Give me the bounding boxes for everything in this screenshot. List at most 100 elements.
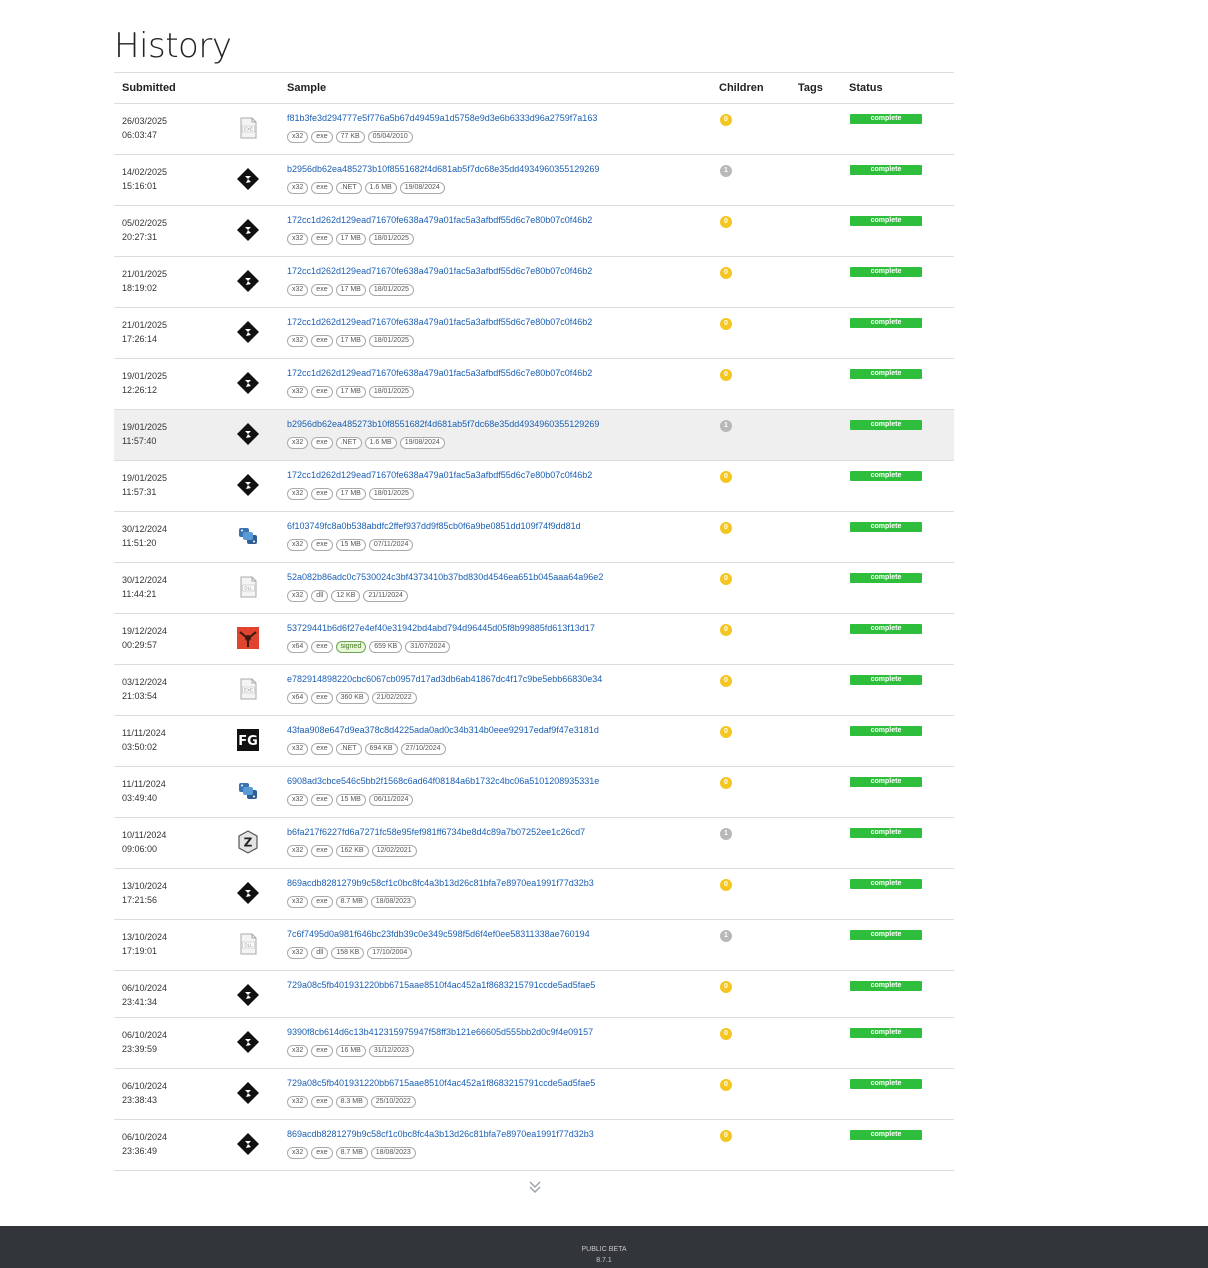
sample-hash-link[interactable]: 7c6f7495d0a981f646bc23fdb39c0e349c598f5d… (287, 929, 590, 939)
sample-tag: 18/01/2025 (368, 233, 414, 245)
sample-hash-link[interactable]: b2956db62ea485273b10f8551682f4d681ab5f7d… (287, 419, 599, 429)
header-tags[interactable]: Tags (798, 82, 823, 94)
sample-tags: x32 exe 15 MB 07/11/2024 (287, 539, 416, 553)
table-row[interactable]: 13/10/2024 17:19:01 DLL 7c6f7495d0a981f646b… (114, 920, 954, 971)
table-row[interactable]: 19/01/2025 11:57:31 172cc1d262d129ead71670… (114, 461, 954, 512)
sample-tags: x32 exe 17 MB 18/01/2025 (287, 233, 417, 247)
header-status[interactable]: Status (849, 82, 883, 94)
sample-hash-link[interactable]: 6f103749fc8a0b538abdfc2ffef937dd9f85cb0f… (287, 521, 581, 531)
double-chevron-down-icon[interactable] (528, 1180, 542, 1194)
sample-hash-link[interactable]: b6fa217f6227fd6a7271fc58e95fef981ff6734b… (287, 827, 585, 837)
children-count-badge[interactable]: 0 (720, 573, 732, 585)
table-row[interactable]: 06/10/2024 23:36:49 869acdb8281279b9c58cf1… (114, 1120, 954, 1171)
children-count-badge[interactable]: 0 (720, 624, 732, 636)
children-count-badge[interactable]: 1 (720, 165, 732, 177)
table-row[interactable]: 21/01/2025 17:26:14 172cc1d262d129ead71670… (114, 308, 954, 359)
table-row[interactable]: 30/12/2024 11:44:21 DLL 52a082b86adc0c75300… (114, 563, 954, 614)
children-count-badge[interactable]: 0 (720, 471, 732, 483)
table-row[interactable]: 03/12/2024 21:03:54 EXE e782914898220cbc606… (114, 665, 954, 716)
children-count-badge[interactable]: 0 (720, 1079, 732, 1091)
table-row[interactable]: 30/12/2024 11:51:20 6f103749fc8a0b538abdfc… (114, 512, 954, 563)
table-row[interactable]: 14/02/2025 15:16:01 b2956db62ea485273b10f8… (114, 155, 954, 206)
sample-hash-link[interactable]: 172cc1d262d129ead71670fe638a479a01fac5a3… (287, 215, 592, 225)
status-badge: complete (850, 981, 922, 991)
sample-tag: exe (311, 1147, 333, 1159)
children-count-badge[interactable]: 0 (720, 1028, 732, 1040)
children-count-badge[interactable]: 0 (720, 777, 732, 789)
sample-hash-link[interactable]: f81b3fe3d294777e5f776a5b67d49459a1d5758e… (287, 113, 597, 123)
submitted-time: 20:27:31 (122, 232, 158, 242)
status-badge: complete (850, 369, 922, 379)
sample-hash-link[interactable]: 869acdb8281279b9c58cf1c0bc8fc4a3b13d26c8… (287, 878, 594, 888)
submitted-datetime: 11/11/2024 03:50:02 (122, 726, 166, 754)
table-row[interactable]: 05/02/2025 20:27:31 172cc1d262d129ead71670… (114, 206, 954, 257)
sample-hash-link[interactable]: 9390f8cb614d6c13b412315975947f58ff3b121e… (287, 1027, 593, 1037)
header-sample[interactable]: Sample (287, 82, 326, 94)
children-count-badge[interactable]: 0 (720, 981, 732, 993)
children-count-badge[interactable]: 0 (720, 114, 732, 126)
sample-hash-link[interactable]: 729a08c5fb401931220bb6715aae8510f4ac452a… (287, 1078, 595, 1088)
children-count-badge[interactable]: 1 (720, 828, 732, 840)
table-row[interactable]: 19/01/2025 12:26:12 172cc1d262d129ead71670… (114, 359, 954, 410)
table-row[interactable]: 06/10/2024 23:41:34 729a08c5fb401931220bb6… (114, 971, 954, 1018)
table-row[interactable]: 11/11/2024 03:50:02 FG 43faa908e647d9ea378c… (114, 716, 954, 767)
children-count-badge[interactable]: 1 (720, 930, 732, 942)
svg-text:Z: Z (244, 836, 253, 850)
submitted-datetime: 19/12/2024 00:29:57 (122, 624, 167, 652)
sample-tag: 15 MB (335, 794, 366, 806)
submitted-time: 11:44:21 (122, 589, 157, 599)
sample-hash-link[interactable]: 172cc1d262d129ead71670fe638a479a01fac5a3… (287, 266, 592, 276)
children-count-badge[interactable]: 1 (720, 420, 732, 432)
children-count-badge[interactable]: 0 (720, 267, 732, 279)
table-row[interactable]: 19/12/2024 00:29:57 53729441b6d6f27e4ef40e… (114, 614, 954, 665)
submitted-time: 23:36:49 (122, 1146, 158, 1156)
sample-tag: x32 (287, 794, 309, 806)
sample-hash-link[interactable]: 172cc1d262d129ead71670fe638a479a01fac5a3… (287, 470, 592, 480)
sample-hash-link[interactable]: 52a082b86adc0c7530024c3bf4373410b37bd830… (287, 572, 603, 582)
sample-hash-link[interactable]: 729a08c5fb401931220bb6715aae8510f4ac452a… (287, 980, 595, 990)
diamond-logo-icon (236, 881, 260, 905)
submitted-date: 14/02/2025 (122, 167, 168, 177)
submitted-datetime: 13/10/2024 17:19:01 (122, 930, 167, 958)
submitted-date: 11/11/2024 (122, 779, 166, 789)
table-row[interactable]: 13/10/2024 17:21:56 869acdb8281279b9c58cf1… (114, 869, 954, 920)
children-count-badge[interactable]: 0 (720, 675, 732, 687)
status-badge: complete (850, 216, 922, 226)
children-count-badge[interactable]: 0 (720, 318, 732, 330)
diamond-logo-icon (236, 1081, 260, 1105)
sample-tags: x32 exe 16 MB 31/12/2023 (287, 1045, 417, 1059)
children-count-badge[interactable]: 0 (720, 1130, 732, 1142)
children-count-badge[interactable]: 0 (720, 879, 732, 891)
z-badge-icon: Z (236, 830, 260, 854)
table-row[interactable]: 19/01/2025 11:57:40 b2956db62ea485273b10f8… (114, 410, 954, 461)
children-count-badge[interactable]: 0 (720, 726, 732, 738)
table-row[interactable]: 26/03/2025 06:03:47 EXE f81b3fe3d294777e5f7… (114, 104, 954, 155)
table-row[interactable]: 11/11/2024 03:49:40 6908ad3cbce546c5bb2f15… (114, 767, 954, 818)
sample-hash-link[interactable]: 53729441b6d6f27e4ef40e31942bd4abd794d964… (287, 623, 595, 633)
children-count-badge[interactable]: 0 (720, 369, 732, 381)
table-row[interactable]: 06/10/2024 23:39:59 9390f8cb614d6c13b41231… (114, 1018, 954, 1069)
sample-hash-link[interactable]: b2956db62ea485273b10f8551682f4d681ab5f7d… (287, 164, 599, 174)
table-row[interactable]: 21/01/2025 18:19:02 172cc1d262d129ead71670… (114, 257, 954, 308)
submitted-time: 23:41:34 (122, 997, 158, 1007)
sample-tag: 17 MB (335, 284, 366, 296)
sample-hash-link[interactable]: 6908ad3cbce546c5bb2f1568c6ad64f08184a6b1… (287, 776, 599, 786)
table-row[interactable]: 10/11/2024 09:06:00 Zb6fa217f6227fd6a7271f… (114, 818, 954, 869)
sample-hash-link[interactable]: 172cc1d262d129ead71670fe638a479a01fac5a3… (287, 368, 592, 378)
submitted-time: 03:50:02 (122, 742, 158, 752)
sample-hash-link[interactable]: 43faa908e647d9ea378c8d4225ada0ad0c34b314… (287, 725, 599, 735)
sample-tag: x32 (287, 1096, 309, 1108)
sample-tag: 12/02/2021 (371, 845, 417, 857)
sample-hash-link[interactable]: 869acdb8281279b9c58cf1c0bc8fc4a3b13d26c8… (287, 1129, 594, 1139)
sample-hash-link[interactable]: 172cc1d262d129ead71670fe638a479a01fac5a3… (287, 317, 592, 327)
table-row[interactable]: 06/10/2024 23:38:43 729a08c5fb401931220bb6… (114, 1069, 954, 1120)
submitted-date: 19/12/2024 (122, 626, 168, 636)
children-count-badge[interactable]: 0 (720, 522, 732, 534)
header-children[interactable]: Children (719, 82, 764, 94)
children-count-badge[interactable]: 0 (720, 216, 732, 228)
submitted-datetime: 30/12/2024 11:44:21 (122, 573, 167, 601)
submitted-datetime: 26/03/2025 06:03:47 (122, 114, 167, 142)
sample-tag: 18/01/2025 (368, 386, 414, 398)
header-submitted[interactable]: Submitted (122, 82, 176, 94)
sample-hash-link[interactable]: e782914898220cbc6067cb0957d17ad3db6ab418… (287, 674, 602, 684)
